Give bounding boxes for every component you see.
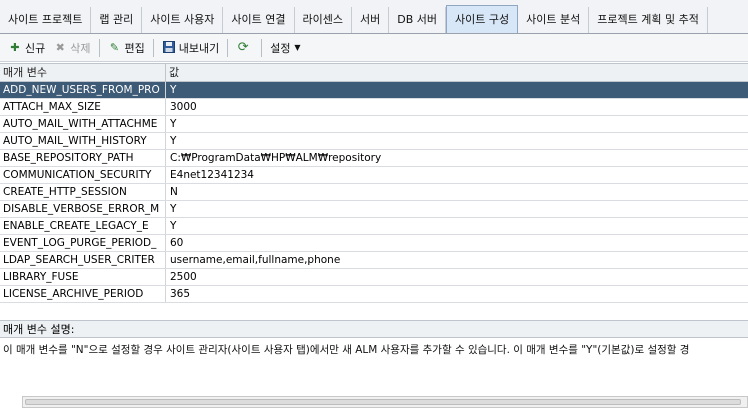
parameter-name-cell: ATTACH_MAX_SIZE [0, 99, 166, 115]
toolbar-separator [152, 38, 154, 57]
table-row[interactable]: LICENSE_ARCHIVE_PERIOD 365 [0, 286, 748, 303]
column-header-value[interactable]: 값 [166, 64, 748, 81]
settings-label: 설정 [270, 41, 291, 55]
delete-button[interactable]: ✖ 삭제 [49, 37, 94, 59]
edit-icon: ✎ [109, 40, 120, 54]
parameter-value-cell: username,email,fullname,phone [170, 254, 341, 266]
new-label: 신규 [25, 41, 46, 55]
parameter-grid: 매개 변수 값 ADD_NEW_USERS_FROM_PRO Y ATTACH_MA… [0, 63, 748, 320]
table-row[interactable]: DISABLE_VERBOSE_ERROR_M Y [0, 201, 748, 218]
parameter-name-cell: AUTO_MAIL_WITH_ATTACHME [0, 116, 166, 132]
parameter-value-cell: Y [170, 203, 177, 215]
delete-label: 삭제 [70, 41, 91, 55]
parameter-value-cell: Y [170, 84, 177, 96]
parameter-value-cell: 3000 [170, 101, 197, 113]
table-row[interactable]: LIBRARY_FUSE 2500 [0, 269, 748, 286]
description-text: 이 매개 변수를 "N"으로 설정할 경우 사이트 관리자(사이트 사용자 탭)… [3, 344, 690, 356]
edit-label: 편집 [124, 41, 145, 55]
parameter-name-cell: COMMUNICATION_SECURITY [0, 167, 166, 183]
save-icon [162, 40, 176, 55]
parameter-name-cell: BASE_REPOSITORY_PATH [0, 150, 166, 166]
tab-item[interactable]: 사이트 프로젝트 [0, 7, 92, 33]
export-button[interactable]: 내보내기 [158, 37, 223, 59]
toolbar-separator [261, 38, 263, 57]
tab-item[interactable]: 사이트 분석 [518, 7, 590, 33]
tab-item[interactable]: 사이트 구성 [446, 5, 519, 33]
parameter-name-cell: LIBRARY_FUSE [0, 269, 166, 285]
table-row[interactable]: COMMUNICATION_SECURITY E4net12341234 [0, 167, 748, 184]
delete-icon: ✖ [55, 40, 65, 54]
refresh-icon: ⟳ [237, 39, 249, 55]
parameter-name-cell: AUTO_MAIL_WITH_HISTORY [0, 133, 166, 149]
parameter-value-cell: 2500 [170, 271, 197, 283]
toolbar-separator [227, 38, 229, 57]
edit-button[interactable]: ✎ 편집 [104, 37, 149, 59]
parameter-value-cell: E4net12341234 [170, 169, 254, 181]
toolbar-separator [98, 38, 100, 57]
parameter-name-cell: DISABLE_VERBOSE_ERROR_M [0, 201, 166, 217]
parameter-value-cell: Y [170, 135, 177, 147]
grid-body: ADD_NEW_USERS_FROM_PRO Y ATTACH_MAX_SIZE 30… [0, 82, 748, 303]
new-icon: ✚ [10, 40, 20, 54]
toolbar: ✚ 신규 ✖ 삭제 ✎ 편집 내보내기 ⟳ 설정 ▼ [0, 34, 748, 62]
tab-item[interactable]: DB 서버 [389, 7, 447, 33]
description-label: 매개 변수 설명: [0, 320, 748, 338]
parameter-value-cell: Y [170, 118, 177, 130]
table-row[interactable]: LDAP_SEARCH_USER_CRITER username,email,fu… [0, 252, 748, 269]
settings-menu-button[interactable]: 설정 ▼ [266, 37, 311, 59]
parameter-name-cell: ADD_NEW_USERS_FROM_PRO [0, 82, 166, 98]
tab-item[interactable]: 프로젝트 계획 및 추적 [589, 7, 708, 33]
tab-item[interactable]: 라이센스 [295, 7, 353, 33]
table-row[interactable]: CREATE_HTTP_SESSION N [0, 184, 748, 201]
parameter-value-cell: 60 [170, 237, 184, 249]
parameter-name-cell: LDAP_SEARCH_USER_CRITER [0, 252, 166, 268]
chevron-down-icon: ▼ [294, 42, 301, 52]
parameter-value-cell: 365 [170, 288, 191, 300]
horizontal-scrollbar[interactable] [22, 396, 748, 408]
refresh-button[interactable]: ⟳ [232, 37, 257, 59]
parameter-name-cell: EVENT_LOG_PURGE_PERIOD_ [0, 235, 166, 251]
parameter-name-cell: ENABLE_CREATE_LEGACY_E [0, 218, 166, 234]
scrollbar-thumb[interactable] [25, 399, 741, 405]
parameter-name-cell: CREATE_HTTP_SESSION [0, 184, 166, 200]
table-row[interactable]: BASE_REPOSITORY_PATH C:₩ProgramData₩HP₩AL… [0, 150, 748, 167]
table-row[interactable]: ADD_NEW_USERS_FROM_PRO Y [0, 82, 748, 99]
column-header-parameter[interactable]: 매개 변수 [0, 64, 166, 81]
grid-header: 매개 변수 값 [0, 64, 748, 82]
parameter-value-cell: N [170, 186, 178, 198]
tab-item[interactable]: 사이트 사용자 [142, 7, 224, 33]
export-label: 내보내기 [178, 41, 220, 55]
parameter-value-cell: C:₩ProgramData₩HP₩ALM₩repository [170, 152, 382, 164]
table-row[interactable]: ENABLE_CREATE_LEGACY_E Y [0, 218, 748, 235]
tab-bar: 사이트 프로젝트 랩 관리 사이트 사용자 사이트 연결 라이센스 서버 DB 서버 사이트 … [0, 0, 748, 34]
table-row[interactable]: ATTACH_MAX_SIZE 3000 [0, 99, 748, 116]
tab-item[interactable]: 서버 [352, 7, 390, 33]
table-row[interactable]: AUTO_MAIL_WITH_HISTORY Y [0, 133, 748, 150]
table-row[interactable]: EVENT_LOG_PURGE_PERIOD_ 60 [0, 235, 748, 252]
table-row[interactable]: AUTO_MAIL_WITH_ATTACHME Y [0, 116, 748, 133]
new-button[interactable]: ✚ 신규 [4, 37, 49, 59]
parameter-name-cell: LICENSE_ARCHIVE_PERIOD [0, 286, 166, 302]
tab-item[interactable]: 랩 관리 [91, 7, 143, 33]
tab-item[interactable]: 사이트 연결 [223, 7, 295, 33]
parameter-value-cell: Y [170, 220, 177, 232]
